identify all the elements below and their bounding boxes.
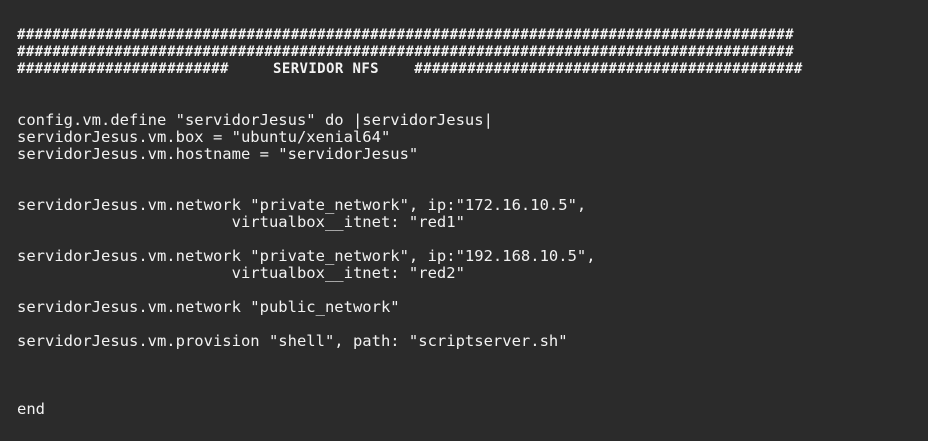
code-line-define: config.vm.define "servidorJesus" do |ser… bbox=[17, 111, 493, 129]
header-title-line: ######################## SERVIDOR NFS ##… bbox=[17, 61, 803, 77]
code-line-box: servidorJesus.vm.box = "ubuntu/xenial64" bbox=[17, 128, 391, 146]
code-line-itnet-2: virtualbox__itnet: "red2" bbox=[17, 264, 465, 282]
code-line-network-2: servidorJesus.vm.network "private_networ… bbox=[17, 247, 596, 265]
code-line-itnet-1: virtualbox__itnet: "red1" bbox=[17, 213, 465, 231]
code-line-network-1: servidorJesus.vm.network "private_networ… bbox=[17, 196, 587, 214]
code-line-public-network: servidorJesus.vm.network "public_network… bbox=[17, 298, 400, 316]
code-line-end: end bbox=[17, 400, 45, 418]
code-editor[interactable]: ########################################… bbox=[0, 0, 928, 441]
header-hash-line: ########################################… bbox=[17, 44, 794, 60]
header-hash-line: ########################################… bbox=[17, 27, 794, 43]
code-line-provision: servidorJesus.vm.provision "shell", path… bbox=[17, 332, 568, 350]
code-line-hostname: servidorJesus.vm.hostname = "servidorJes… bbox=[17, 145, 419, 163]
